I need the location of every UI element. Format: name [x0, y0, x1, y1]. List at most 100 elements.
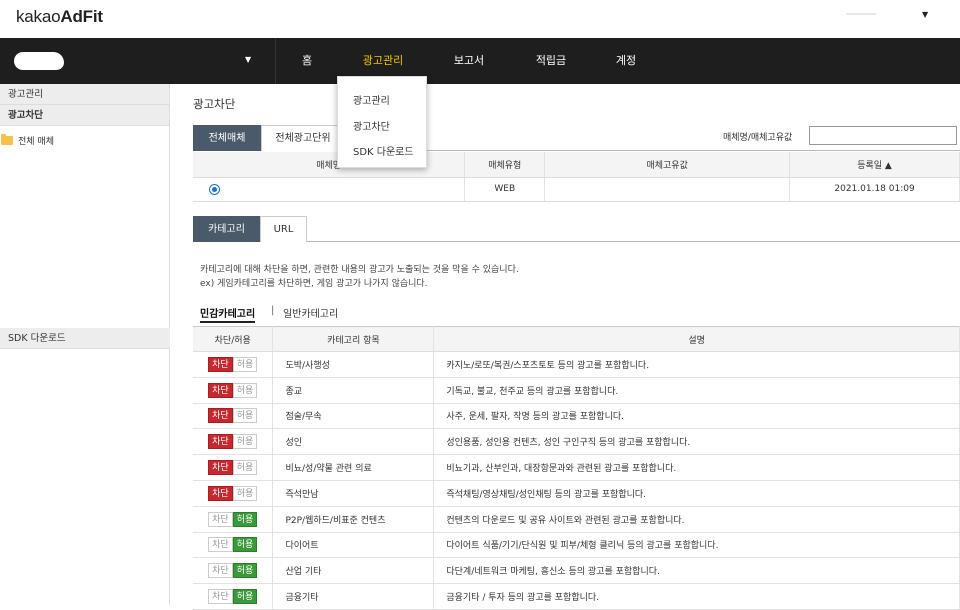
sidebar-item-ad-management[interactable]: 광고관리	[0, 84, 169, 105]
block-allow-toggle: 차단 허용	[208, 408, 258, 424]
category-name: 도박/사행성	[272, 351, 435, 378]
block-button[interactable]: 차단	[208, 408, 233, 424]
sidebar: 광고관리 광고차단 전체 매체 SDK 다운로드	[0, 84, 170, 605]
allow-button[interactable]: 허용	[232, 460, 258, 476]
media-radio[interactable]	[209, 183, 220, 195]
category-description: 성인용품, 성인용 컨텐츠, 성인 구인구직 등의 광고를 포함합니다.	[433, 428, 960, 456]
allow-button[interactable]: 허용	[232, 408, 258, 424]
table-row: 차단 허용 P2P/웹하드/비표준 컨텐츠 컨텐츠의 다운로드 및 공유 사이트와 관…	[193, 506, 960, 533]
table-row: 차단 허용 점술/무속 사주, 운세, 팔자, 작명 등의 광고를 포함합니다.	[193, 403, 960, 430]
table-row: 차단 허용 종교 기독교, 불교, 천주교 등의 광고를 포함합니다.	[193, 377, 960, 404]
sidebar-item-ad-block[interactable]: 광고차단	[0, 105, 169, 126]
category-description: 사주, 운세, 팔자, 작명 등의 광고를 포함합니다.	[433, 403, 960, 430]
allow-button[interactable]: 허용	[232, 356, 258, 372]
category-name: 금융기타	[272, 583, 435, 610]
table-row: 차단 허용 성인 성인용품, 성인용 컨텐츠, 성인 구인구직 등의 광고를 포함합니…	[193, 428, 960, 456]
caret-down-icon[interactable]: ▼	[922, 10, 928, 19]
tab-all-media[interactable]: 전체매체	[193, 125, 261, 151]
subtab-sensitive-category[interactable]: 민감카테고리	[200, 305, 256, 323]
category-description: 즉석채팅/영상채팅/성인채팅 등의 광고를 포함합니다.	[433, 480, 960, 507]
table-row: 차단 허용 즉석만남 즉석채팅/영상채팅/성인채팅 등의 광고를 포함합니다.	[193, 480, 960, 507]
media-id	[544, 177, 791, 202]
subtab-separator: |	[271, 305, 275, 316]
category-name: 산업 기타	[272, 557, 435, 585]
block-allow-toggle: 차단 허용	[208, 589, 258, 605]
caret-down-icon[interactable]: ▼	[245, 55, 251, 64]
category-name: 종교	[272, 377, 435, 404]
block-button[interactable]: 차단	[208, 511, 233, 527]
main-nav: ▼ 홈 광고관리 보고서 적립금 계정	[0, 38, 960, 84]
allow-button[interactable]: 허용	[232, 537, 258, 553]
column-header-sortable[interactable]: 등록일 ▲	[789, 152, 960, 178]
block-button[interactable]: 차단	[208, 537, 233, 553]
category-name: 성인	[272, 428, 435, 456]
column-header: 설명	[433, 326, 960, 352]
category-name: 비뇨/성/약물 관련 의료	[272, 454, 435, 481]
block-button[interactable]: 차단	[208, 382, 233, 398]
dropdown-item-ad-block[interactable]: 광고차단	[353, 118, 390, 133]
media-table: 매체명 매체유형 매체고유값 등록일 ▲ WEB 2021.01.18 01:0…	[193, 152, 960, 202]
subtab-general-category[interactable]: 일반카테고리	[283, 305, 338, 320]
category-description: 다단계/네트워크 마케팅, 흥신소 등의 광고를 포함합니다.	[433, 557, 960, 585]
block-allow-toggle: 차단 허용	[208, 356, 258, 372]
category-name: 다이어트	[272, 532, 435, 559]
category-name: 점술/무속	[272, 403, 435, 430]
table-row: 차단 허용 산업 기타 다단계/네트워크 마케팅, 흥신소 등의 광고를 포함합니다.	[193, 557, 960, 585]
nav-reports[interactable]: 보고서	[438, 38, 500, 84]
tab-category[interactable]: 카테고리	[193, 216, 260, 242]
kakao-adfit-logo[interactable]: kakaoAdFit	[16, 7, 103, 27]
description-line: ex) 게임카테고리를 차단하면, 게임 광고가 나가지 않습니다.	[200, 279, 428, 289]
sidebar-item-sdk-download[interactable]: SDK 다운로드	[0, 328, 170, 349]
column-header: 매체유형	[464, 152, 546, 178]
user-account-area[interactable]	[846, 13, 876, 15]
table-row: 차단 허용 금융기타 금융기타 / 투자 등의 광고를 포함합니다.	[193, 583, 960, 610]
table-row[interactable]: WEB 2021.01.18 01:09	[193, 177, 960, 202]
tab-url[interactable]: URL	[260, 216, 307, 242]
main-content: 광고차단 전체매체 전체광고단위 매체명/매체고유값 매체명 매체유형 매체고유…	[170, 84, 960, 610]
dropdown-item-ad-management[interactable]: 광고관리	[353, 92, 390, 107]
site-name-redacted	[14, 52, 64, 70]
block-allow-toggle: 차단 허용	[208, 511, 258, 527]
block-allow-toggle: 차단 허용	[208, 460, 258, 476]
column-header: 차단/허용	[193, 326, 274, 352]
table-row: 차단 허용 다이어트 다이어트 식품/기기/단식원 및 피부/체형 클리닉 등의 광고…	[193, 532, 960, 559]
block-allow-toggle: 차단 허용	[208, 485, 258, 501]
tab-all-ad-units[interactable]: 전체광고단위	[261, 125, 345, 151]
category-description: 다이어트 식품/기기/단식원 및 피부/체형 클리닉 등의 광고를 포함합니다.	[433, 532, 960, 559]
search-label: 매체명/매체고유값	[723, 133, 793, 143]
nav-home[interactable]: 홈	[282, 38, 332, 84]
allow-button[interactable]: 허용	[232, 434, 258, 450]
allow-button[interactable]: 허용	[232, 382, 258, 398]
category-description: 카지노/로또/복권/스포츠토토 등의 광고를 포함합니다.	[433, 351, 960, 378]
block-button[interactable]: 차단	[208, 356, 233, 372]
block-button[interactable]: 차단	[208, 460, 233, 476]
table-row: 차단 허용 비뇨/성/약물 관련 의료 비뇨기과, 산부인과, 대장항문과와 관련된 …	[193, 454, 960, 481]
block-button[interactable]: 차단	[208, 589, 233, 605]
block-button[interactable]: 차단	[208, 485, 233, 501]
folder-icon	[1, 134, 13, 145]
top-bar: kakaoAdFit ▼	[0, 0, 960, 38]
table-row: 차단 허용 도박/사행성 카지노/로또/복권/스포츠토토 등의 광고를 포함합니다.	[193, 351, 960, 378]
allow-button[interactable]: 허용	[232, 511, 258, 527]
category-description: 기독교, 불교, 천주교 등의 광고를 포함합니다.	[433, 377, 960, 404]
nav-credits[interactable]: 적립금	[520, 38, 582, 84]
media-type: WEB	[464, 177, 546, 202]
block-allow-toggle: 차단 허용	[208, 537, 258, 553]
column-header: 카테고리 항목	[272, 326, 435, 352]
dropdown-item-sdk-download[interactable]: SDK 다운로드	[353, 143, 414, 158]
block-allow-toggle: 차단 허용	[208, 434, 258, 450]
allow-button[interactable]: 허용	[232, 563, 258, 579]
block-button[interactable]: 차단	[208, 434, 233, 450]
allow-button[interactable]: 허용	[232, 589, 258, 605]
description-line: 카테고리에 대해 차단을 하면, 관련한 내용의 광고가 노출되는 것을 막을 …	[200, 265, 519, 275]
allow-button[interactable]: 허용	[232, 485, 258, 501]
category-description: 금융기타 / 투자 등의 광고를 포함합니다.	[433, 583, 960, 610]
site-selector[interactable]: ▼	[0, 38, 276, 84]
search-input[interactable]	[809, 126, 957, 145]
filter-tabs: 카테고리 URL	[193, 216, 960, 242]
page-title: 광고차단	[193, 97, 236, 111]
nav-account[interactable]: 계정	[598, 38, 654, 84]
category-description: 컨텐츠의 다운로드 및 공유 사이트와 관련된 광고를 포함합니다.	[433, 506, 960, 533]
block-allow-toggle: 차단 허용	[208, 382, 258, 398]
block-button[interactable]: 차단	[208, 563, 233, 579]
